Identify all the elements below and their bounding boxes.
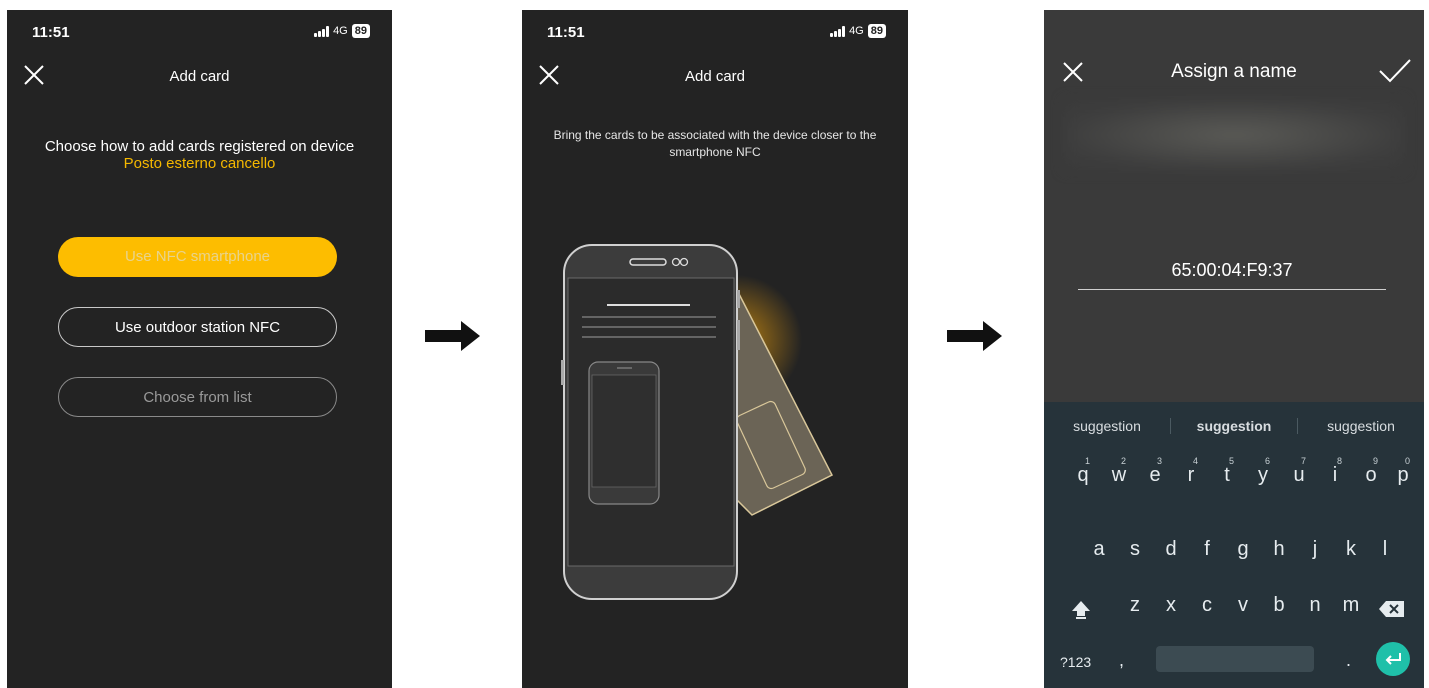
battery-icon: 89 xyxy=(351,24,370,38)
key-n[interactable]: n xyxy=(1298,594,1332,617)
card-name-input[interactable]: 65:00:04:F9:37 xyxy=(1078,260,1386,281)
symbols-key[interactable]: ?123 xyxy=(1060,654,1091,670)
key-e[interactable]: 3e xyxy=(1138,456,1172,487)
suggestion-bar: suggestion suggestion suggestion xyxy=(1044,402,1424,450)
key-m[interactable]: m xyxy=(1334,594,1368,617)
enter-icon xyxy=(1385,653,1401,665)
key-b[interactable]: b xyxy=(1262,594,1296,617)
key-f[interactable]: f xyxy=(1190,538,1224,561)
status-bar: 11:51 4G 89 xyxy=(522,10,908,48)
backspace-icon[interactable] xyxy=(1378,598,1406,620)
key-z[interactable]: z xyxy=(1118,594,1152,617)
key-d[interactable]: d xyxy=(1154,538,1188,561)
page-title: Add card xyxy=(169,68,230,85)
choose-from-list-button[interactable]: Choose from list xyxy=(58,377,337,417)
checkmark-icon[interactable] xyxy=(1378,57,1412,85)
keyboard-row-3: z x c v b n m xyxy=(1044,594,1424,634)
status-time: 11:51 xyxy=(32,24,70,41)
screen-nfc-instructions: 11:51 4G 89 Add card Bring the cards to … xyxy=(522,10,908,688)
suggestion-left[interactable]: suggestion xyxy=(1044,418,1170,434)
signal-indicator: 4G 89 xyxy=(830,24,886,38)
battery-icon: 89 xyxy=(867,24,886,38)
header: Add card xyxy=(522,50,908,98)
key-t[interactable]: 5t xyxy=(1210,456,1244,487)
screen-choose-method: 11:51 4G 89 Add card Choose how to add c… xyxy=(7,10,392,688)
status-bar: 11:51 4G 89 xyxy=(7,10,392,48)
key-q[interactable]: 1q xyxy=(1066,456,1100,487)
key-w[interactable]: 2w xyxy=(1102,456,1136,487)
keyboard-row-2: a s d f g h j k l xyxy=(1044,538,1424,578)
shift-icon[interactable] xyxy=(1066,598,1096,620)
use-nfc-smartphone-button[interactable]: Use NFC smartphone xyxy=(58,237,337,277)
key-k[interactable]: k xyxy=(1334,538,1368,561)
use-outdoor-station-nfc-button[interactable]: Use outdoor station NFC xyxy=(58,307,337,347)
key-s[interactable]: s xyxy=(1118,538,1152,561)
header: Add card xyxy=(7,50,392,98)
instruction-text: Choose how to add cards registered on de… xyxy=(7,138,392,172)
signal-bars-icon xyxy=(314,25,330,37)
key-v[interactable]: v xyxy=(1226,594,1260,617)
key-a[interactable]: a xyxy=(1082,538,1116,561)
keyboard-row-1: 1q 2w 3e 4r 5t 6y 7u 8i 9o 0p xyxy=(1044,456,1424,504)
screen-assign-name: Assign a name 65:00:04:F9:37 suggestion … xyxy=(1044,10,1424,688)
arrow-right-icon xyxy=(425,321,480,351)
key-c[interactable]: c xyxy=(1190,594,1224,617)
network-label: 4G xyxy=(849,25,864,37)
status-time: 11:51 xyxy=(547,24,585,41)
comma-key[interactable]: , xyxy=(1119,650,1124,671)
key-u[interactable]: 7u xyxy=(1282,456,1316,487)
key-h[interactable]: h xyxy=(1262,538,1296,561)
instruction-text: Bring the cards to be associated with th… xyxy=(553,128,877,159)
signal-bars-icon xyxy=(830,25,846,37)
nfc-phone-illustration xyxy=(561,244,834,600)
key-y[interactable]: 6y xyxy=(1246,456,1280,487)
period-key[interactable]: . xyxy=(1346,650,1351,671)
suggestion-right[interactable]: suggestion xyxy=(1298,418,1424,434)
key-x[interactable]: x xyxy=(1154,594,1188,617)
instruction-label: Choose how to add cards registered on de… xyxy=(44,138,355,155)
input-underline xyxy=(1078,289,1386,290)
key-o[interactable]: 9o xyxy=(1354,456,1388,487)
space-key[interactable] xyxy=(1156,646,1314,672)
key-i[interactable]: 8i xyxy=(1318,456,1352,487)
network-label: 4G xyxy=(333,25,348,37)
suggestion-center[interactable]: suggestion xyxy=(1170,418,1298,434)
enter-key[interactable] xyxy=(1376,642,1410,676)
signal-indicator: 4G 89 xyxy=(314,24,370,38)
key-l[interactable]: l xyxy=(1368,538,1402,561)
page-title: Add card xyxy=(684,68,746,85)
background-blur xyxy=(1064,100,1404,170)
smartphone-icon xyxy=(561,244,740,600)
key-r[interactable]: 4r xyxy=(1174,456,1208,487)
key-p[interactable]: 0p xyxy=(1386,456,1420,487)
keyboard: suggestion suggestion suggestion 1q 2w 3… xyxy=(1044,402,1424,688)
header: Assign a name xyxy=(1044,55,1424,103)
page-title: Assign a name xyxy=(1171,61,1297,82)
arrow-right-icon xyxy=(947,321,1002,351)
key-g[interactable]: g xyxy=(1226,538,1260,561)
device-name: Posto esterno cancello xyxy=(123,155,276,172)
key-j[interactable]: j xyxy=(1298,538,1332,561)
